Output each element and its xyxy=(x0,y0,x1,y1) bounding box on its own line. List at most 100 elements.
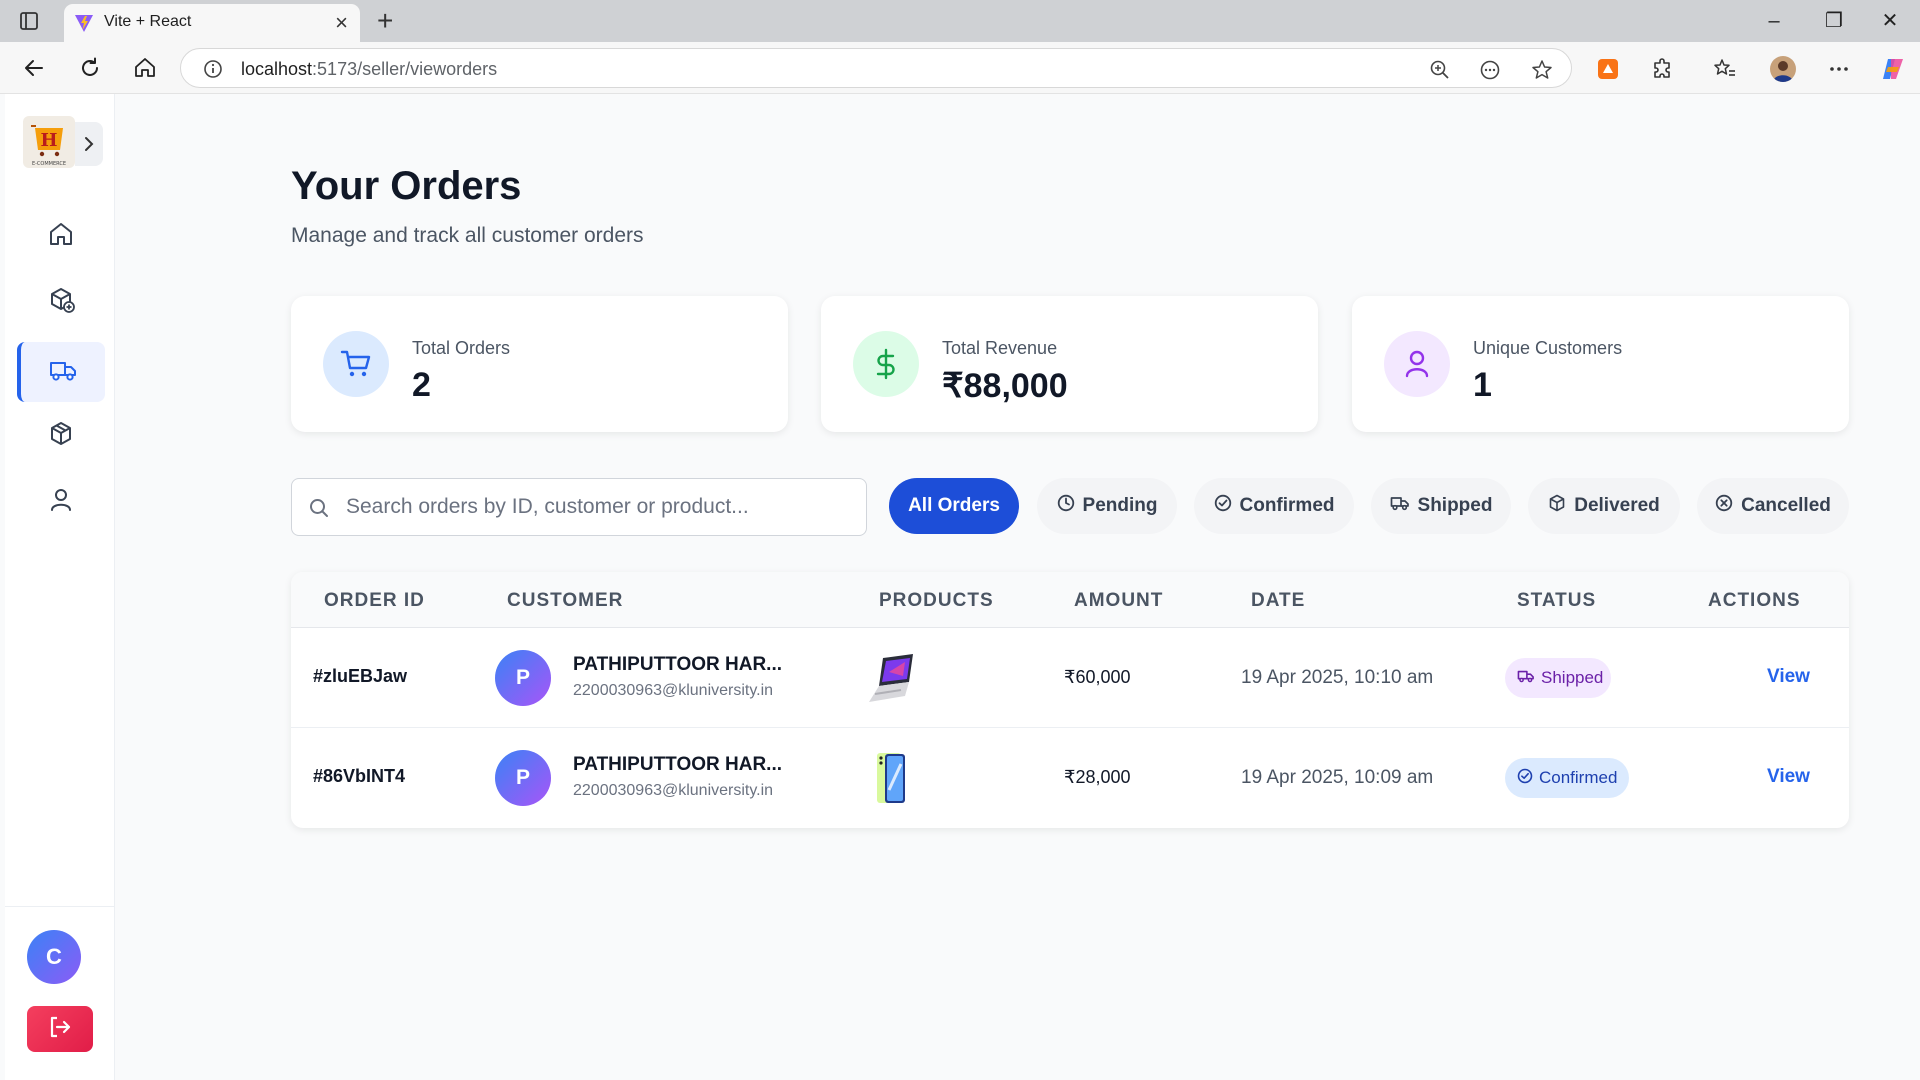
stat-value: ₹88,000 xyxy=(942,367,1068,405)
check-circle-icon xyxy=(1214,494,1232,518)
sidebar-item-profile[interactable] xyxy=(17,472,105,532)
search-icon xyxy=(308,497,330,524)
customer-avatar: P xyxy=(495,650,551,706)
truck-icon xyxy=(1517,668,1535,689)
column-header-status: STATUS xyxy=(1517,590,1597,611)
copilot-icon[interactable] xyxy=(1880,56,1906,82)
site-info-icon[interactable] xyxy=(203,59,223,84)
reload-icon[interactable] xyxy=(76,54,104,82)
minimize-icon[interactable]: – xyxy=(1754,6,1794,36)
laptop-thumbnail xyxy=(865,652,919,704)
filter-shipped-button[interactable]: Shipped xyxy=(1371,478,1511,534)
stat-card-unique-customers: Unique Customers 1 xyxy=(1352,296,1849,432)
table-row[interactable]: #zluEBJaw P PATHIPUTTOOR HAR... 22000309… xyxy=(291,628,1849,728)
filter-cancelled-button[interactable]: Cancelled xyxy=(1697,478,1849,534)
check-circle-icon xyxy=(1517,768,1533,789)
browser-tab[interactable]: Vite + React × xyxy=(64,4,360,42)
zoom-icon[interactable] xyxy=(1429,59,1451,81)
favorites-list-icon[interactable] xyxy=(1712,56,1738,82)
stat-value: 2 xyxy=(412,366,431,404)
filter-all-orders-button[interactable]: All Orders xyxy=(889,478,1019,534)
search-input[interactable] xyxy=(346,489,846,525)
more-options-icon[interactable] xyxy=(1826,56,1852,82)
extensions-puzzle-icon[interactable] xyxy=(1650,56,1676,82)
close-tab-icon[interactable]: × xyxy=(335,10,348,36)
browser-tab-bar: Vite + React × + – ❐ ✕ xyxy=(0,0,1920,42)
stat-label: Total Revenue xyxy=(942,338,1058,358)
cart-icon xyxy=(323,331,389,397)
sidebar-expand-chevron-icon[interactable] xyxy=(75,122,103,166)
clock-icon xyxy=(1057,494,1075,518)
page-subtitle: Manage and track all customer orders xyxy=(291,224,644,247)
customer-email: 2200030963@kluniversity.in xyxy=(573,782,774,799)
x-circle-icon xyxy=(1715,494,1733,518)
page-title: Your Orders xyxy=(291,164,522,208)
sidebar-item-home[interactable] xyxy=(17,206,105,266)
svg-text:E-COMMERCE: E-COMMERCE xyxy=(32,161,66,167)
column-header-amount: AMOUNT xyxy=(1074,590,1164,611)
user-avatar[interactable]: C xyxy=(27,930,81,984)
home-browser-icon[interactable] xyxy=(131,54,159,82)
svg-text:H: H xyxy=(40,130,57,151)
logout-button[interactable] xyxy=(27,1006,93,1052)
stat-label: Unique Customers xyxy=(1473,338,1623,358)
extension-orange-icon[interactable] xyxy=(1595,56,1621,82)
brand-logo[interactable]: H E-COMMERCE xyxy=(23,116,75,168)
filter-label: Shipped xyxy=(1417,495,1493,516)
truck-icon xyxy=(1390,494,1410,518)
logout-icon xyxy=(47,1014,73,1045)
back-icon[interactable] xyxy=(20,54,48,82)
vite-logo-icon xyxy=(74,13,94,33)
restore-icon[interactable]: ❐ xyxy=(1814,6,1854,36)
products-box-icon xyxy=(47,420,75,453)
reader-icon[interactable] xyxy=(1479,59,1501,81)
sidebar-divider xyxy=(5,906,115,907)
stat-label: Total Orders xyxy=(412,338,511,358)
profile-avatar-icon[interactable] xyxy=(1770,56,1796,82)
stat-card-total-orders: Total Orders 2 xyxy=(291,296,788,432)
filter-confirmed-button[interactable]: Confirmed xyxy=(1194,478,1354,534)
status-badge: Confirmed xyxy=(1505,758,1629,798)
address-bar[interactable]: localhost:5173/seller/vieworders xyxy=(180,48,1572,88)
filter-label: All Orders xyxy=(908,495,1000,516)
filter-label: Pending xyxy=(1082,495,1158,516)
stat-value: 1 xyxy=(1473,366,1492,404)
view-order-link[interactable]: View xyxy=(1767,766,1810,788)
favorite-star-icon[interactable] xyxy=(1531,59,1553,81)
sidebar-item-orders[interactable] xyxy=(17,342,105,402)
user-icon xyxy=(1384,331,1450,397)
column-header-date: DATE xyxy=(1251,590,1306,611)
filter-delivered-button[interactable]: Delivered xyxy=(1528,478,1680,534)
sidebar: H E-COMMERCE C xyxy=(5,94,115,1080)
tab-actions-icon[interactable] xyxy=(18,10,40,32)
order-id: #86VbINT4 xyxy=(313,766,406,786)
filter-label: Delivered xyxy=(1574,495,1660,516)
status-label: Confirmed xyxy=(1539,768,1618,787)
close-window-icon[interactable]: ✕ xyxy=(1870,6,1910,36)
page-content: H E-COMMERCE C Your Orders Manage and tr… xyxy=(0,94,1920,1080)
filter-pending-button[interactable]: Pending xyxy=(1037,478,1177,534)
table-row[interactable]: #86VbINT4 P PATHIPUTTOOR HAR... 22000309… xyxy=(291,728,1849,828)
column-header-customer: CUSTOMER xyxy=(507,590,624,611)
filter-label: Confirmed xyxy=(1239,495,1335,516)
view-order-link[interactable]: View xyxy=(1767,666,1810,688)
new-tab-icon[interactable]: + xyxy=(377,6,393,36)
sidebar-item-add-product[interactable] xyxy=(17,272,105,332)
orders-truck-icon xyxy=(48,356,78,389)
tab-title: Vite + React xyxy=(104,13,192,30)
url-text[interactable]: localhost:5173/seller/vieworders xyxy=(241,59,497,80)
sidebar-item-products[interactable] xyxy=(17,406,105,466)
customer-avatar: P xyxy=(495,750,551,806)
phone-thumbnail xyxy=(865,752,919,804)
order-amount: ₹60,000 xyxy=(1064,667,1131,687)
customer-email: 2200030963@kluniversity.in xyxy=(573,682,774,699)
order-id: #zluEBJaw xyxy=(313,666,408,686)
orders-table: ORDER ID CUSTOMER PRODUCTS AMOUNT DATE S… xyxy=(291,572,1849,828)
order-date: 19 Apr 2025, 10:10 am xyxy=(1241,667,1434,688)
profile-icon xyxy=(47,486,75,519)
home-icon xyxy=(47,220,75,253)
customer-name: PATHIPUTTOOR HAR... xyxy=(573,654,782,675)
filter-label: Cancelled xyxy=(1741,495,1831,516)
browser-toolbar: localhost:5173/seller/vieworders xyxy=(0,42,1920,94)
table-header: ORDER ID CUSTOMER PRODUCTS AMOUNT DATE S… xyxy=(291,572,1849,628)
